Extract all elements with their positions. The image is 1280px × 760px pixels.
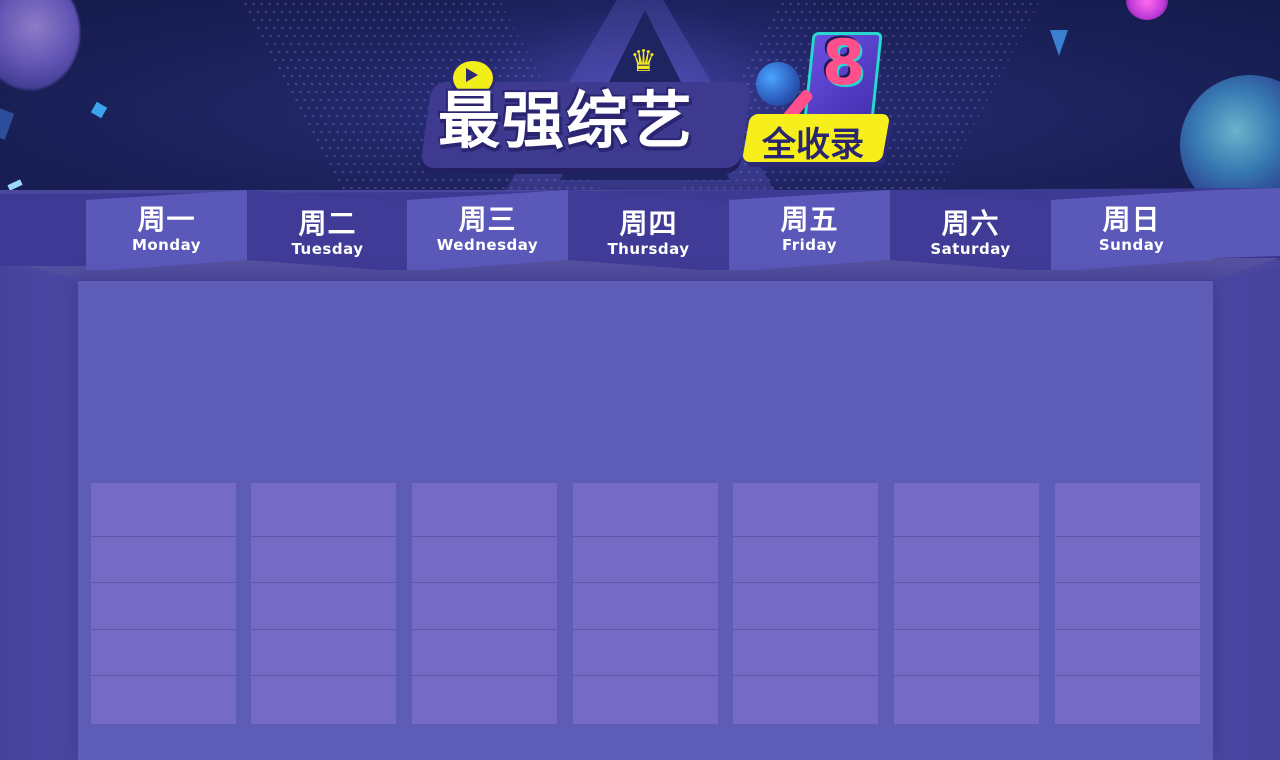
schedule-slot[interactable] [251, 536, 396, 583]
tab-label-cn: 周五 [780, 203, 839, 236]
tab-label-en: Thursday [607, 240, 690, 258]
schedule-slot[interactable] [733, 629, 878, 676]
day-column-tuesday [251, 483, 396, 724]
schedule-slot[interactable] [894, 483, 1039, 536]
schedule-slot[interactable] [894, 536, 1039, 583]
schedule-slot[interactable] [733, 536, 878, 583]
schedule-slot[interactable] [573, 483, 718, 536]
schedule-slot[interactable] [91, 483, 236, 536]
side-wall-right [1213, 266, 1280, 760]
crystal-decoration [1050, 30, 1068, 56]
tab-label-en: Sunday [1098, 236, 1165, 254]
day-column-thursday [573, 483, 718, 724]
tab-saturday[interactable]: 周六 Saturday [890, 190, 1051, 270]
day-column-saturday [894, 483, 1039, 724]
logo-number: 8 [822, 26, 866, 99]
schedule-slot[interactable] [412, 536, 557, 583]
planet-decoration-left [0, 0, 80, 90]
day-column-monday [91, 483, 236, 724]
schedule-slot[interactable] [1055, 629, 1200, 676]
schedule-slot[interactable] [91, 582, 236, 630]
tab-label-cn: 周一 [137, 203, 196, 236]
tab-label-cn: 周六 [941, 207, 1000, 240]
schedule-slot[interactable] [412, 675, 557, 724]
schedule-slot[interactable] [1055, 536, 1200, 583]
crown-icon: ♛ [630, 44, 657, 79]
header-banner: 最强综艺 ♛ 8 全收录 [0, 0, 1280, 190]
planet-decoration-pink [1126, 0, 1168, 20]
tab-tuesday[interactable]: 周二 Tuesday [247, 190, 408, 270]
side-wall-left [0, 266, 78, 760]
tab-label-cn: 周三 [458, 203, 517, 236]
schedule-page: 最强综艺 ♛ 8 全收录 周一 Monday 周二 Tuesday 周三 Wed… [0, 0, 1280, 760]
schedule-panel [78, 281, 1213, 760]
schedule-grid [91, 483, 1201, 724]
tab-label-cn: 周日 [1102, 203, 1161, 236]
schedule-slot[interactable] [573, 675, 718, 724]
tab-label-en: Saturday [930, 240, 1011, 258]
schedule-slot[interactable] [251, 483, 396, 536]
schedule-slot[interactable] [573, 629, 718, 676]
tab-label-en: Monday [131, 236, 202, 254]
tab-friday[interactable]: 周五 Friday [729, 190, 890, 270]
schedule-slot[interactable] [573, 582, 718, 630]
day-column-friday [733, 483, 878, 724]
planet-decoration-right [1180, 75, 1280, 190]
day-column-sunday [1055, 483, 1200, 724]
schedule-slot[interactable] [251, 629, 396, 676]
schedule-slot[interactable] [1055, 582, 1200, 630]
tab-monday[interactable]: 周一 Monday [86, 190, 247, 270]
tab-thursday[interactable]: 周四 Thursday [568, 190, 729, 270]
logo-badge-text: 全收录 [762, 125, 864, 165]
schedule-slot[interactable] [894, 629, 1039, 676]
day-column-wednesday [412, 483, 557, 724]
schedule-slot[interactable] [412, 582, 557, 630]
microphone-icon [756, 62, 800, 106]
schedule-slot[interactable] [91, 675, 236, 724]
schedule-slot[interactable] [412, 629, 557, 676]
tab-strip-end [1212, 188, 1280, 258]
schedule-slot[interactable] [733, 675, 878, 724]
variety-show-logo: 最强综艺 ♛ 8 全收录 [419, 26, 900, 180]
schedule-slot[interactable] [573, 536, 718, 583]
tab-label-en: Wednesday [436, 236, 539, 254]
schedule-slot[interactable] [251, 582, 396, 630]
tab-label-en: Tuesday [291, 240, 364, 258]
crystal-decoration [90, 101, 108, 119]
schedule-slot[interactable] [91, 629, 236, 676]
schedule-slot[interactable] [91, 536, 236, 583]
tab-label-en: Friday [781, 236, 837, 254]
tab-sunday[interactable]: 周日 Sunday [1051, 190, 1212, 270]
schedule-slot[interactable] [1055, 675, 1200, 724]
tab-strip-start [0, 194, 86, 266]
crystal-decoration [0, 108, 15, 140]
tab-label-cn: 周二 [298, 207, 357, 240]
schedule-slot[interactable] [733, 582, 878, 630]
logo-title: 最强综艺 [438, 84, 695, 157]
day-tabs: 周一 Monday 周二 Tuesday 周三 Wednesday 周四 Thu… [0, 188, 1280, 280]
schedule-slot[interactable] [412, 483, 557, 536]
schedule-slot[interactable] [251, 675, 396, 724]
tab-wednesday[interactable]: 周三 Wednesday [407, 190, 568, 270]
schedule-slot[interactable] [894, 582, 1039, 630]
schedule-slot[interactable] [894, 675, 1039, 724]
schedule-slot[interactable] [733, 483, 878, 536]
tab-label-cn: 周四 [619, 207, 678, 240]
schedule-slot[interactable] [1055, 483, 1200, 536]
